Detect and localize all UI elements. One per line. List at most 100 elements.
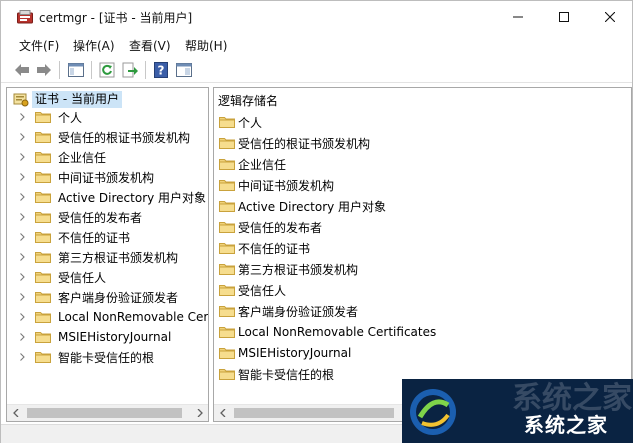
- tree-item-label: Local NonRemovable Cert: [58, 310, 209, 324]
- list-item[interactable]: 第三方根证书颁发机构: [219, 260, 358, 278]
- list-item[interactable]: 中间证书颁发机构: [219, 176, 334, 194]
- help-icon: ?: [154, 62, 168, 78]
- expand-chevron[interactable]: [17, 308, 27, 326]
- list-item[interactable]: 不信任的证书: [219, 239, 310, 257]
- expand-chevron[interactable]: [17, 108, 27, 126]
- forward-button[interactable]: [34, 60, 54, 80]
- help-button[interactable]: ?: [151, 60, 171, 80]
- expand-chevron[interactable]: [17, 248, 27, 266]
- tree-item[interactable]: Active Directory 用户对象: [17, 188, 206, 206]
- expand-chevron[interactable]: [17, 208, 27, 226]
- tree-item[interactable]: 第三方根证书颁发机构: [17, 248, 178, 266]
- chevron-right-icon: [197, 409, 203, 417]
- tree-item[interactable]: Local NonRemovable Cert: [17, 308, 209, 326]
- expand-chevron[interactable]: [17, 268, 27, 286]
- expand-chevron[interactable]: [17, 288, 27, 306]
- list-item[interactable]: MSIEHistoryJournal: [219, 344, 351, 362]
- expand-chevron[interactable]: [17, 188, 27, 206]
- folder-icon: [35, 132, 51, 143]
- expand-chevron[interactable]: [17, 128, 27, 146]
- maximize-button[interactable]: [541, 1, 587, 33]
- tree-item[interactable]: 受信任的根证书颁发机构: [17, 128, 190, 146]
- list-item[interactable]: 企业信任: [219, 155, 286, 173]
- show-hide-console-tree-button[interactable]: [66, 60, 86, 80]
- console-tree-pane[interactable]: 证书 - 当前用户 个人受信任的根证书颁发机构企业信任中间证书颁发机构 Activ…: [6, 87, 209, 422]
- expand-chevron[interactable]: [17, 228, 27, 246]
- tree-item-label: 第三方根证书颁发机构: [58, 250, 179, 265]
- chevron-right-icon: [19, 273, 25, 281]
- tree-horizontal-scrollbar[interactable]: [7, 404, 208, 421]
- list-item-label: MSIEHistoryJournal: [238, 346, 352, 360]
- show-hide-console-tree-icon: [68, 63, 84, 77]
- expand-chevron[interactable]: [17, 168, 27, 186]
- refresh-button[interactable]: [97, 60, 117, 80]
- list-scroll-thumb[interactable]: [234, 408, 394, 418]
- chevron-right-icon: [19, 253, 25, 261]
- tree-root-certificates-current-user[interactable]: 证书 - 当前用户: [13, 90, 122, 108]
- tree-item[interactable]: 受信任人: [17, 268, 106, 286]
- tree-item-label: 智能卡受信任的根: [58, 350, 155, 365]
- minimize-button[interactable]: [495, 1, 541, 33]
- menu-view[interactable]: 查看(V): [129, 37, 171, 54]
- folder-icon: [219, 138, 235, 149]
- tree-item[interactable]: 智能卡受信任的根: [17, 348, 154, 366]
- tree-item[interactable]: 不信任的证书: [17, 228, 130, 246]
- close-button[interactable]: [587, 1, 633, 33]
- folder-icon: [219, 285, 235, 296]
- list-item[interactable]: Active Directory 用户对象: [219, 197, 386, 215]
- folder-icon: [35, 292, 51, 303]
- expand-chevron[interactable]: [17, 348, 27, 366]
- tree-item[interactable]: 受信任的发布者: [17, 208, 142, 226]
- menu-help[interactable]: 帮助(H): [185, 37, 227, 54]
- list-item[interactable]: 智能卡受信任的根: [219, 365, 334, 383]
- expand-chevron[interactable]: [17, 328, 27, 346]
- folder-icon: [219, 180, 235, 191]
- scroll-right-button[interactable]: [191, 405, 208, 421]
- scroll-left-button[interactable]: [7, 405, 24, 421]
- menu-file[interactable]: 文件(F): [19, 37, 59, 54]
- chevron-right-icon: [19, 233, 25, 241]
- tree-item[interactable]: MSIEHistoryJournal: [17, 328, 171, 346]
- column-header-logical-store-name[interactable]: 逻辑存储名: [218, 92, 278, 109]
- certificates-store-icon: [13, 93, 29, 107]
- list-item-label: 客户端身份验证颁发者: [238, 304, 359, 319]
- folder-icon: [219, 369, 235, 380]
- scroll-left-button[interactable]: [214, 405, 231, 421]
- menu-action[interactable]: 操作(A): [73, 37, 115, 54]
- chevron-right-icon: [19, 313, 25, 321]
- folder-icon: [219, 222, 235, 233]
- tree-item-label: 受信任的根证书颁发机构: [58, 130, 191, 145]
- tree-item[interactable]: 个人: [17, 108, 82, 126]
- list-item[interactable]: 客户端身份验证颁发者: [219, 302, 358, 320]
- tree-scroll-thumb[interactable]: [27, 408, 182, 418]
- chevron-right-icon: [19, 333, 25, 341]
- folder-icon: [219, 117, 235, 128]
- folder-icon: [35, 312, 51, 323]
- properties-pane-button[interactable]: [174, 60, 194, 80]
- list-item-label: 受信任的根证书颁发机构: [238, 136, 371, 151]
- list-item[interactable]: 受信任人: [219, 281, 286, 299]
- watermark-logo-icon: [410, 389, 456, 435]
- tree-item[interactable]: 客户端身份验证颁发者: [17, 288, 178, 306]
- list-item[interactable]: 受信任的发布者: [219, 218, 322, 236]
- list-item-label: 智能卡受信任的根: [238, 367, 335, 382]
- list-item-label: 受信任人: [238, 283, 287, 298]
- list-item[interactable]: Local NonRemovable Certificates: [219, 323, 436, 341]
- tree-item[interactable]: 企业信任: [17, 148, 106, 166]
- folder-icon: [35, 112, 51, 123]
- export-list-button[interactable]: [120, 60, 140, 80]
- refresh-icon: [99, 62, 115, 78]
- back-button[interactable]: [12, 60, 32, 80]
- tree-item-label: 个人: [58, 110, 83, 125]
- list-item[interactable]: 个人: [219, 113, 262, 131]
- minimize-icon: [513, 16, 523, 18]
- folder-icon: [35, 252, 51, 263]
- tree-item-label: 受信任人: [58, 270, 107, 285]
- tree-item[interactable]: 中间证书颁发机构: [17, 168, 154, 186]
- details-list-pane[interactable]: 逻辑存储名 个人受信任的根证书颁发机构企业信任中间证书颁发机构 Active Di…: [213, 87, 632, 422]
- toolbar-separator: [145, 61, 146, 79]
- folder-icon: [219, 348, 235, 359]
- chevron-right-icon: [19, 173, 25, 181]
- list-item[interactable]: 受信任的根证书颁发机构: [219, 134, 370, 152]
- expand-chevron[interactable]: [17, 148, 27, 166]
